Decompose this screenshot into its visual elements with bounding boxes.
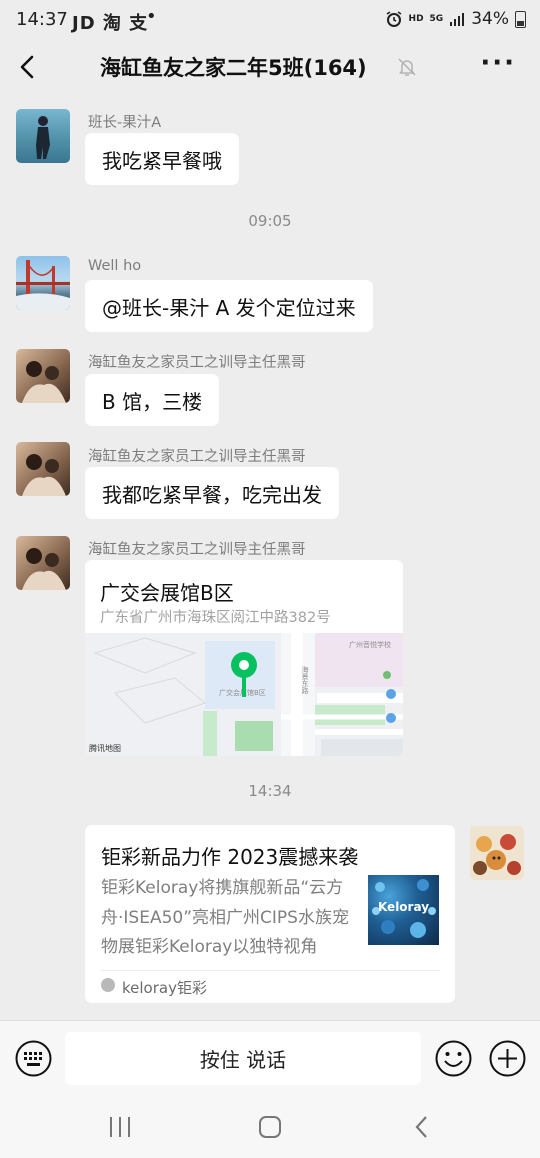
avatar-diver-image (36, 116, 50, 159)
location-card[interactable]: 广交会展馆B区 广东省广州市海珠区阅江中路382号 广交会展馆B区 广州音悦学校… (85, 560, 403, 756)
link-description: 钜彩Keloray将携旗舰新品“云方舟·ISEA50”亮相广州CIPS水族宠物展… (101, 878, 349, 957)
system-nav-bar (0, 1096, 540, 1158)
avatar[interactable] (16, 536, 70, 590)
plus-icon[interactable] (489, 1040, 526, 1077)
message-bubble[interactable]: @班长-果汁 A 发个定位过来 (85, 280, 373, 332)
nav-back-icon[interactable] (412, 1115, 432, 1139)
map-pin-icon (231, 652, 257, 697)
sender-name: 海缸鱼友之家员工之训导主任黑哥 (88, 542, 306, 558)
link-title: 钜彩新品力作 2023震撼来袭 (101, 845, 359, 869)
avatar[interactable] (16, 109, 70, 163)
status-time: 14:37 (16, 9, 68, 30)
sender-name: 海缸鱼友之家员工之训导主任黑哥 (88, 449, 306, 465)
nav-home-icon[interactable] (258, 1115, 282, 1139)
hold-to-talk-button[interactable]: 按住 说话 (65, 1032, 421, 1085)
avatar[interactable] (16, 349, 70, 403)
sender-name: Well ho (88, 258, 142, 274)
thumbnail-text: Keloray (377, 900, 430, 914)
location-name: 广交会展馆B区 (100, 581, 234, 605)
back-arrow-icon[interactable] (14, 50, 44, 84)
battery-icon (515, 10, 526, 28)
mute-bell-icon (398, 58, 416, 76)
avatar[interactable] (470, 826, 524, 880)
avatar[interactable] (16, 442, 70, 496)
message-bubble[interactable]: 我吃紧早餐哦 (85, 133, 239, 185)
map-label-school: 广州音悦学校 (349, 641, 391, 649)
timestamp: 09:05 (248, 212, 292, 230)
status-right: HD 5G 34% (385, 9, 526, 29)
message-bubble[interactable]: B 馆，三楼 (85, 374, 220, 426)
link-source: keloray钜彩 (122, 979, 207, 997)
sender-name: 班长-果汁A (88, 115, 162, 131)
map-label-road: 海景东路 (301, 666, 309, 694)
alarm-icon (386, 11, 401, 27)
link-card[interactable]: 钜彩新品力作 2023震撼来袭 钜彩Keloray将携旗舰新品“云方舟·ISEA… (85, 825, 455, 1003)
avatar[interactable] (16, 256, 70, 310)
location-address: 广东省广州市海珠区阅江中路382号 (100, 610, 331, 626)
avatar-bridge-image (16, 260, 70, 310)
battery-percent: 34% (471, 9, 509, 29)
timestamp: 14:34 (248, 782, 292, 800)
link-thumbnail: Keloray (368, 875, 439, 945)
message-bubble[interactable]: 我都吃紧早餐，吃完出发 (85, 467, 339, 519)
location-map: 广交会展馆B区 广州音悦学校 海景东路 腾讯地图 (85, 633, 403, 756)
emoji-icon[interactable] (435, 1040, 472, 1077)
input-bar: 按住 说话 (0, 1020, 540, 1097)
avatar-people-image (22, 361, 66, 403)
nav-recents-icon[interactable] (108, 1116, 132, 1138)
voice-keyboard-icon[interactable] (15, 1040, 52, 1077)
status-bar: 14:37 JD 淘 支 • HD 5G 34% (0, 0, 540, 40)
hd-indicator: HD (408, 13, 424, 24)
avatar-cartoon-image (470, 826, 524, 880)
divider (101, 970, 440, 971)
sender-name: 海缸鱼友之家员工之训导主任黑哥 (88, 355, 306, 371)
signal-icon (450, 13, 465, 26)
chat-header: 海缸鱼友之家二年5班(164) ··· (0, 40, 540, 94)
map-provider-label: 腾讯地图 (89, 744, 121, 753)
avatar-people-image (22, 548, 66, 590)
avatar-people-image (22, 454, 66, 496)
status-app-icons: JD 淘 支 (72, 13, 149, 34)
chat-title: 海缸鱼友之家二年5班(164) (100, 56, 367, 80)
map-provider: 腾讯地图 (89, 743, 121, 754)
source-avatar (101, 978, 115, 992)
status-dot: • (146, 6, 157, 27)
more-icon[interactable]: ··· (480, 50, 516, 76)
network-indicator: 5G (429, 13, 444, 24)
